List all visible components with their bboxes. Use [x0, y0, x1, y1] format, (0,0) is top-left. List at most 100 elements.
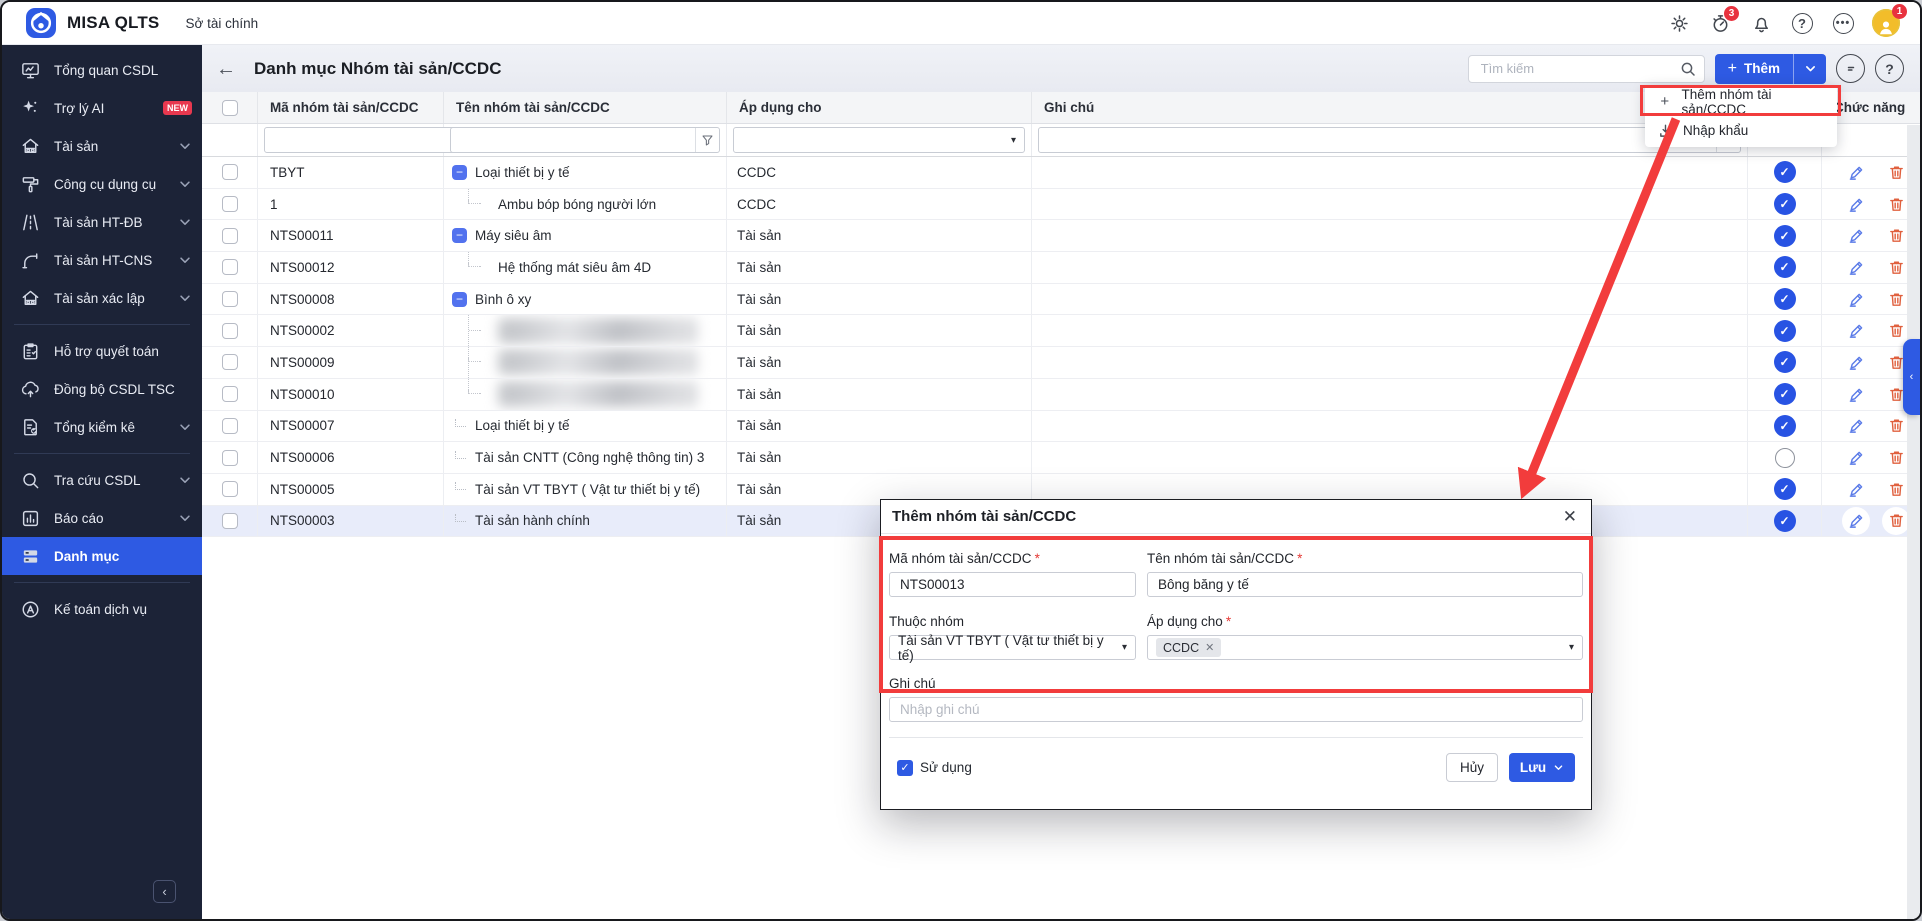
back-arrow-icon[interactable]: ← — [216, 59, 236, 79]
filter-code-input[interactable] — [265, 128, 455, 152]
row-checkbox[interactable] — [222, 323, 238, 339]
row-checkbox[interactable] — [222, 450, 238, 466]
feedback-chat-icon[interactable] — [1836, 54, 1865, 83]
app-logo[interactable] — [26, 8, 56, 38]
cancel-button[interactable]: Hủy — [1446, 753, 1498, 782]
notification-bell-icon[interactable] — [1749, 11, 1773, 35]
sidebar-item--ong-bo-csdl-tsc[interactable]: Đồng bộ CSDL TSC — [2, 370, 202, 408]
collapse-minus-icon[interactable]: − — [452, 228, 467, 243]
delete-icon[interactable] — [1882, 190, 1910, 218]
delete-icon[interactable] — [1882, 158, 1910, 186]
vertical-scrollbar[interactable] — [1907, 125, 1920, 919]
page-help-icon[interactable]: ? — [1875, 54, 1904, 83]
status-inactive-toggle[interactable] — [1775, 448, 1795, 468]
collapse-minus-icon[interactable]: − — [452, 165, 467, 180]
sidebar-item-tai-san[interactable]: Tài sản — [2, 127, 202, 165]
delete-icon[interactable] — [1882, 412, 1910, 440]
edit-icon[interactable] — [1842, 253, 1870, 281]
row-checkbox[interactable] — [222, 164, 238, 180]
status-active-toggle[interactable]: ✓ — [1774, 193, 1796, 215]
menu-item-import[interactable]: Nhập khẩu — [1645, 116, 1837, 145]
column-header-code[interactable]: Mã nhóm tài sản/CCDC — [258, 92, 444, 123]
row-checkbox[interactable] — [222, 513, 238, 529]
sidebar-item-tai-san-ht-b[interactable]: Tài sản HT-ĐB — [2, 203, 202, 241]
edit-icon[interactable] — [1842, 158, 1870, 186]
sidebar-item-danh-muc[interactable]: Danh mục — [2, 537, 202, 575]
settings-gear-icon[interactable] — [1667, 11, 1691, 35]
column-header-note[interactable]: Ghi chú — [1032, 92, 1748, 123]
status-active-toggle[interactable]: ✓ — [1774, 383, 1796, 405]
close-icon[interactable]: ✕ — [1563, 508, 1577, 525]
select-all-checkbox[interactable] — [222, 100, 238, 116]
delete-icon[interactable] — [1882, 444, 1910, 472]
tag-remove-icon[interactable]: ✕ — [1205, 641, 1214, 654]
row-checkbox[interactable] — [222, 386, 238, 402]
edit-icon[interactable] — [1842, 348, 1870, 376]
user-avatar[interactable]: 1 — [1872, 9, 1900, 37]
status-active-toggle[interactable]: ✓ — [1774, 351, 1796, 373]
status-active-toggle[interactable]: ✓ — [1774, 415, 1796, 437]
code-input[interactable] — [898, 576, 1127, 593]
row-checkbox[interactable] — [222, 481, 238, 497]
status-active-toggle[interactable]: ✓ — [1774, 510, 1796, 532]
edit-icon[interactable] — [1842, 444, 1870, 472]
edit-icon[interactable] — [1842, 285, 1870, 313]
group-select[interactable]: Tài sản VT TBYT ( Vật tư thiết bị y tế)▾ — [889, 635, 1136, 660]
edit-icon[interactable] — [1842, 507, 1870, 535]
edit-icon[interactable] — [1842, 475, 1870, 503]
column-header-apply[interactable]: Áp dụng cho — [727, 92, 1032, 123]
edit-icon[interactable] — [1842, 380, 1870, 408]
sidebar-item-tro-ly-ai[interactable]: Trợ lý AINEW — [2, 89, 202, 127]
edit-icon[interactable] — [1842, 190, 1870, 218]
more-ellipsis-icon[interactable]: ••• — [1831, 11, 1855, 35]
delete-icon[interactable] — [1882, 253, 1910, 281]
edit-icon[interactable] — [1842, 412, 1870, 440]
delete-icon[interactable] — [1882, 222, 1910, 250]
row-checkbox[interactable] — [222, 418, 238, 434]
search-input[interactable] — [1479, 60, 1680, 77]
row-checkbox[interactable] — [222, 354, 238, 370]
delete-icon[interactable] — [1882, 475, 1910, 503]
row-checkbox[interactable] — [222, 228, 238, 244]
status-active-toggle[interactable]: ✓ — [1774, 161, 1796, 183]
add-button[interactable]: + Thêm — [1715, 54, 1793, 84]
row-checkbox[interactable] — [222, 291, 238, 307]
collapse-minus-icon[interactable]: − — [452, 292, 467, 307]
row-checkbox[interactable] — [222, 259, 238, 275]
sidebar-item-tra-cuu-csdl[interactable]: Tra cứu CSDL — [2, 461, 202, 499]
apply-multiselect[interactable]: CCDC✕ ▾ — [1147, 635, 1583, 660]
delete-icon[interactable] — [1882, 507, 1910, 535]
sidebar-item-ke-toan-dich-vu[interactable]: Kế toán dịch vụ — [2, 590, 202, 628]
side-panel-toggle[interactable]: ‹ — [1903, 339, 1920, 415]
search-icon[interactable] — [1680, 61, 1696, 77]
search-box[interactable] — [1468, 55, 1705, 83]
filter-funnel-icon[interactable] — [695, 128, 719, 152]
save-button[interactable]: Lưu — [1509, 753, 1575, 782]
use-checkbox[interactable]: ✓ — [897, 760, 913, 776]
filter-note-input[interactable] — [1039, 128, 1716, 152]
filter-name-input[interactable] — [451, 128, 695, 152]
status-active-toggle[interactable]: ✓ — [1774, 256, 1796, 278]
note-input[interactable] — [898, 701, 1574, 718]
add-dropdown-toggle[interactable] — [1793, 54, 1826, 84]
row-checkbox[interactable] — [222, 196, 238, 212]
status-active-toggle[interactable]: ✓ — [1774, 288, 1796, 310]
sidebar-item-ho-tro-quyet-toan[interactable]: Hỗ trợ quyết toán — [2, 332, 202, 370]
edit-icon[interactable] — [1842, 222, 1870, 250]
sidebar-item-tai-san-ht-cns[interactable]: Tài sản HT-CNS — [2, 241, 202, 279]
sidebar-item-cong-cu-dung-cu[interactable]: Công cụ dụng cụ — [2, 165, 202, 203]
status-active-toggle[interactable]: ✓ — [1774, 225, 1796, 247]
menu-item-add-group[interactable]: +Thêm nhóm tài sản/CCDC — [1645, 87, 1837, 116]
name-input[interactable] — [1156, 576, 1574, 593]
sidebar-item-bao-cao[interactable]: Báo cáo — [2, 499, 202, 537]
sidebar-collapse-button[interactable]: ‹ — [153, 880, 176, 903]
history-clock-icon[interactable]: 3 — [1708, 11, 1732, 35]
delete-icon[interactable] — [1882, 285, 1910, 313]
filter-apply-select[interactable]: ▾ — [733, 127, 1025, 153]
sidebar-item-tai-san-xac-lap[interactable]: Tài sản xác lập — [2, 279, 202, 317]
edit-icon[interactable] — [1842, 317, 1870, 345]
sidebar-item-tong-kiem-ke[interactable]: Tổng kiểm kê — [2, 408, 202, 446]
column-header-name[interactable]: Tên nhóm tài sản/CCDC — [444, 92, 727, 123]
status-active-toggle[interactable]: ✓ — [1774, 320, 1796, 342]
org-name[interactable]: Sở tài chính — [185, 16, 258, 31]
